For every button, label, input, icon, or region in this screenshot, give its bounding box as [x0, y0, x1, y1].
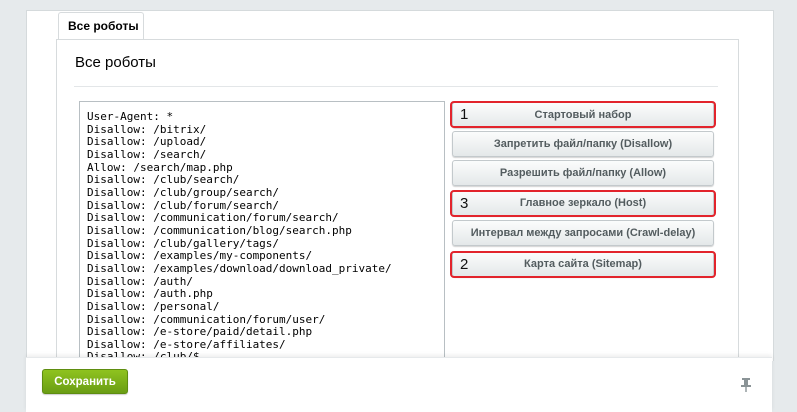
allow-button[interactable]: Разрешить файл/папку (Allow): [452, 160, 714, 186]
pin-icon[interactable]: [739, 377, 753, 393]
save-button[interactable]: Сохранить: [42, 369, 128, 394]
annotation-number: 2: [460, 256, 469, 273]
tab-all-robots[interactable]: Все роботы: [58, 12, 144, 39]
crawl-delay-button[interactable]: Интервал между запросами (Crawl-delay): [452, 220, 714, 246]
annotation-number: 3: [460, 195, 469, 212]
annotation-number: 1: [460, 106, 469, 123]
annotation-box-3: 3: [450, 190, 716, 217]
annotation-box-1: 1: [450, 101, 716, 128]
footer-bar: [26, 357, 772, 412]
annotation-box-2: 2: [450, 251, 716, 278]
title-divider: [74, 86, 718, 87]
robots-txt-editor[interactable]: User-Agent: * Disallow: /bitrix/ Disallo…: [79, 101, 445, 359]
disallow-button[interactable]: Запретить файл/папку (Disallow): [452, 131, 714, 157]
page-title: Все роботы: [75, 54, 156, 71]
